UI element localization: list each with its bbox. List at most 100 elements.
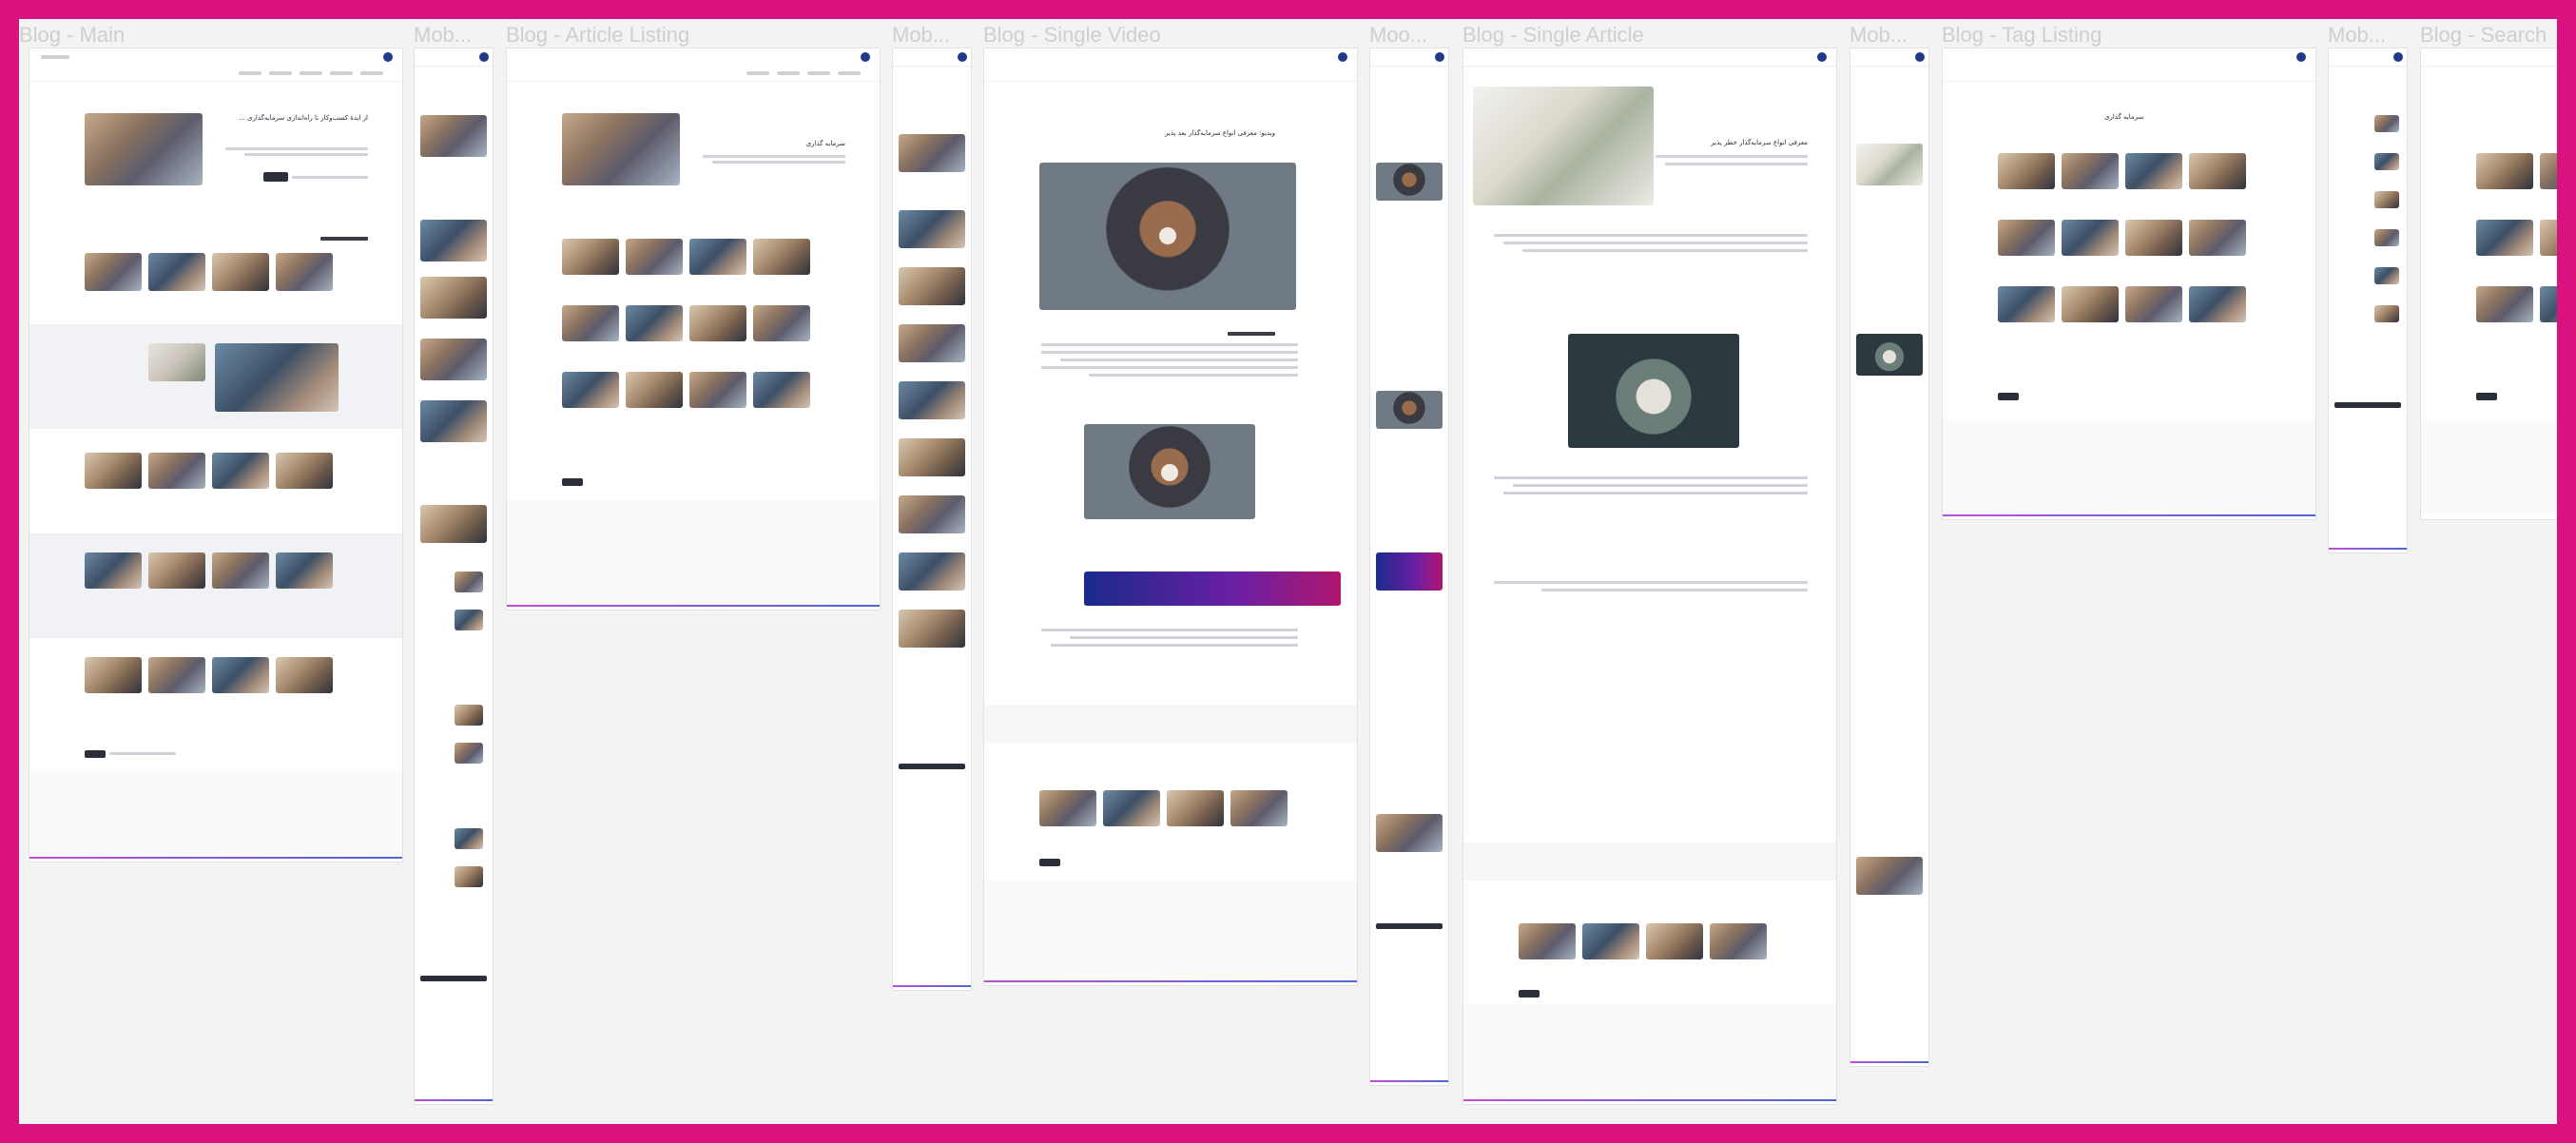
card-image[interactable]: [2476, 286, 2533, 322]
nav-item[interactable]: [239, 71, 261, 75]
card-image[interactable]: [899, 134, 965, 172]
subscribe-button[interactable]: [899, 764, 965, 769]
promo-banner[interactable]: [1376, 552, 1443, 591]
frame-mobile-3[interactable]: [1369, 48, 1449, 1086]
card-image[interactable]: [85, 453, 142, 489]
thumb-image[interactable]: [455, 866, 483, 887]
card-image[interactable]: [276, 253, 333, 291]
subscribe-button[interactable]: [2334, 402, 2401, 408]
card-image[interactable]: [1998, 286, 2055, 322]
card-image[interactable]: [562, 372, 619, 408]
frame-title-mobile-4[interactable]: Mob...: [1850, 23, 1908, 48]
card-image[interactable]: [212, 657, 269, 693]
card-image[interactable]: [85, 253, 142, 291]
frame-title-mobile-2[interactable]: Mob...: [892, 23, 950, 48]
card-image[interactable]: [2062, 286, 2119, 322]
frame-title-tag-listing[interactable]: Blog - Tag Listing: [1942, 23, 2101, 48]
card-image[interactable]: [2062, 220, 2119, 256]
frame-mobile-1[interactable]: [414, 48, 494, 1105]
card-image[interactable]: [899, 438, 965, 476]
newsletter-button[interactable]: [1519, 990, 1540, 998]
frame-tag-listing[interactable]: سرمایه گذاری: [1942, 48, 2316, 520]
card-image[interactable]: [899, 267, 965, 305]
card-image[interactable]: [2125, 220, 2182, 256]
card-image[interactable]: [562, 239, 619, 275]
frame-title-mobile-1[interactable]: Mob...: [414, 23, 472, 48]
card-image[interactable]: [1998, 153, 2055, 189]
frame-title-single-video[interactable]: Blog - Single Video: [983, 23, 1161, 48]
card-image[interactable]: [2062, 153, 2119, 189]
card-image[interactable]: [2189, 286, 2246, 322]
related-card-image[interactable]: [1646, 923, 1703, 959]
card-image[interactable]: [85, 552, 142, 589]
related-card-image[interactable]: [1039, 790, 1096, 826]
nav-item[interactable]: [746, 71, 769, 75]
frame-single-article[interactable]: معرفی انواع سرمایه‌گذار خطر پذیر: [1462, 48, 1837, 1105]
card-image[interactable]: [148, 253, 205, 291]
card-image[interactable]: [689, 239, 746, 275]
hero-cta-button[interactable]: [263, 172, 288, 182]
card-image[interactable]: [2476, 153, 2533, 189]
related-card-image[interactable]: [1376, 814, 1443, 852]
thumb-image[interactable]: [2374, 267, 2399, 284]
card-image[interactable]: [626, 372, 683, 408]
featured-image-small[interactable]: [148, 343, 205, 381]
thumb-image[interactable]: [455, 828, 483, 849]
related-card-image[interactable]: [1856, 857, 1923, 895]
newsletter-button[interactable]: [1998, 393, 2019, 400]
thumb-image[interactable]: [2374, 191, 2399, 208]
card-image[interactable]: [2540, 153, 2557, 189]
card-image[interactable]: [85, 657, 142, 693]
card-image[interactable]: [148, 453, 205, 489]
frame-title-mobile-3[interactable]: Moo...: [1369, 23, 1427, 48]
frame-title-single-article[interactable]: Blog - Single Article: [1462, 23, 1644, 48]
card-image[interactable]: [2540, 220, 2557, 256]
newsletter-button[interactable]: [2476, 393, 2497, 400]
card-image[interactable]: [2125, 153, 2182, 189]
card-image[interactable]: [753, 305, 810, 341]
card-image[interactable]: [212, 253, 269, 291]
card-image[interactable]: [2476, 220, 2533, 256]
related-card-image[interactable]: [1582, 923, 1639, 959]
card-image[interactable]: [420, 220, 487, 262]
card-image[interactable]: [899, 381, 965, 419]
card-image[interactable]: [2540, 286, 2557, 322]
card-image[interactable]: [899, 495, 965, 533]
card-image[interactable]: [420, 339, 487, 380]
related-card-image[interactable]: [1710, 923, 1767, 959]
login-link[interactable]: [41, 55, 69, 59]
card-image[interactable]: [276, 657, 333, 693]
thumb-image[interactable]: [455, 743, 483, 764]
card-image[interactable]: [899, 552, 965, 591]
frame-title-mobile-5[interactable]: Mob...: [2328, 23, 2386, 48]
card-image[interactable]: [753, 239, 810, 275]
frame-article-listing[interactable]: سرمایه گذاری: [506, 48, 881, 610]
card-image[interactable]: [276, 453, 333, 489]
newsletter-button[interactable]: [562, 478, 583, 486]
newsletter-button[interactable]: [1039, 859, 1060, 866]
card-image[interactable]: [1998, 220, 2055, 256]
thumb-image[interactable]: [455, 610, 483, 630]
card-image[interactable]: [626, 305, 683, 341]
subscribe-button[interactable]: [420, 976, 487, 981]
frame-blog-main[interactable]: از ایدهٔ کسب‌وکار تا راه‌اندازی سرمایه‌گ…: [29, 48, 403, 862]
thumb-image[interactable]: [2374, 305, 2399, 322]
play-icon[interactable]: [1161, 464, 1178, 481]
play-icon[interactable]: [1159, 227, 1176, 244]
frame-search[interactable]: [2420, 48, 2557, 520]
frame-mobile-5[interactable]: [2328, 48, 2408, 553]
hero-input[interactable]: [292, 176, 368, 179]
nav-item[interactable]: [330, 71, 353, 75]
nav-item[interactable]: [838, 71, 861, 75]
subscribe-button[interactable]: [1376, 923, 1443, 929]
frame-single-video[interactable]: ویدیو: معرفی انواع سرمایه‌گذار بعد پذیر: [983, 48, 1358, 986]
card-image[interactable]: [420, 277, 487, 319]
related-card-image[interactable]: [1103, 790, 1160, 826]
card-image[interactable]: [562, 305, 619, 341]
card-image[interactable]: [212, 552, 269, 589]
thumb-image[interactable]: [2374, 115, 2399, 132]
frame-mobile-2[interactable]: [892, 48, 972, 991]
card-image[interactable]: [2189, 153, 2246, 189]
card-image[interactable]: [212, 453, 269, 489]
card-image[interactable]: [899, 324, 965, 362]
